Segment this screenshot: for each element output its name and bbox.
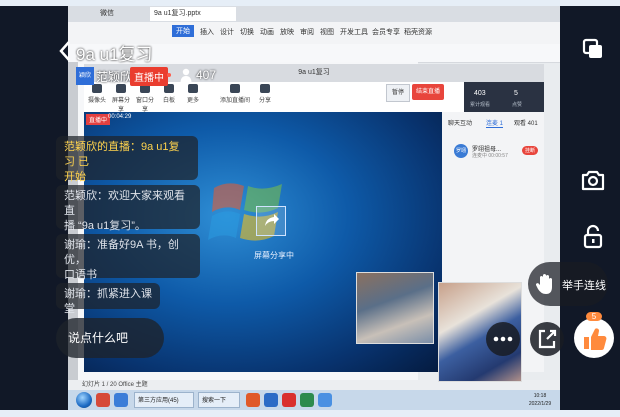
file-tab[interactable]: 9a u1复习.pptx <box>150 7 236 21</box>
ribbon-tab[interactable]: 会员专享 <box>372 27 400 37</box>
co-host-video[interactable] <box>356 272 434 344</box>
add-icon <box>230 84 240 93</box>
more-icon <box>493 336 513 342</box>
share-tool[interactable]: 分享 <box>254 84 276 104</box>
stat-total-views: 403 <box>474 90 486 97</box>
taskbar-app-icon[interactable] <box>300 393 314 407</box>
preview-timer: 00:04:29 <box>108 114 132 120</box>
screen-share-icon <box>256 206 286 236</box>
comment-input[interactable]: 说点什么吧 <box>56 318 164 358</box>
taskbar-app-icon[interactable] <box>318 393 332 407</box>
frame-bottom <box>0 410 620 417</box>
share-icon <box>260 84 270 93</box>
taskbar-task[interactable]: 搜索一下 <box>198 392 240 408</box>
like-count: 5 <box>586 312 602 321</box>
share-icon <box>538 329 557 349</box>
window-share-tool[interactable]: 窗口分享 <box>134 84 156 113</box>
chevron-left-icon <box>59 41 70 61</box>
stat-likes: 5 <box>514 90 518 97</box>
host-avatar[interactable]: 颖欣 <box>76 67 94 85</box>
ribbon-tab[interactable]: 开发工具 <box>340 27 368 37</box>
viewer-count: 407 <box>196 68 217 82</box>
chat-message: 谢瑜：准备好9A 书，创优， 口语书 <box>56 234 200 281</box>
screen-switch-icon[interactable] <box>578 34 608 64</box>
like-button[interactable] <box>574 318 614 358</box>
pause-button[interactable]: 暂停 <box>386 84 410 102</box>
ribbon-tab[interactable]: 审阅 <box>300 27 314 37</box>
viewer-time: 连麦中 00:00:57 <box>472 153 508 159</box>
ribbon-start-tab[interactable]: 开始 <box>172 25 194 37</box>
taskbar-app-icon[interactable] <box>114 393 128 407</box>
taskbar-task[interactable]: 第三方应用(45) <box>134 392 194 408</box>
person-icon <box>180 68 192 82</box>
ribbon-tab[interactable]: 稻壳资源 <box>404 27 432 37</box>
browser-tab[interactable]: 微信 <box>100 8 142 20</box>
more-tool[interactable]: 更多 <box>182 84 204 104</box>
tab-co-host[interactable]: 连麦 1 <box>486 118 504 128</box>
room-title: 9a u1复习 <box>76 45 153 64</box>
ribbon-tab[interactable]: 视图 <box>320 27 334 37</box>
like-icon <box>584 328 607 350</box>
tab-chat[interactable]: 聊天互动 <box>448 118 472 127</box>
add-room-tool[interactable]: 添加直播间 <box>218 84 252 104</box>
camera-tool[interactable]: 摄像头 <box>86 84 108 104</box>
live-status-badge: 直播中 <box>130 67 168 86</box>
taskbar-app-icon[interactable] <box>282 393 296 407</box>
tab-viewers[interactable]: 观看 401 <box>514 118 538 127</box>
more-icon <box>188 84 198 93</box>
stat-label: 点赞 <box>512 102 523 108</box>
taskbar-app-icon[interactable] <box>246 393 260 407</box>
raise-hand-icon <box>535 273 552 294</box>
chat-message: 范颖欣的直播：9a u1复习 已开始 <box>56 136 198 183</box>
host-name: 范颖欣 <box>96 70 133 84</box>
share-button[interactable] <box>530 322 564 356</box>
screen-share-label: 屏幕分享中 <box>254 251 294 260</box>
hang-up-button[interactable]: 挂断 <box>522 146 539 155</box>
taskbar-app-icon[interactable] <box>264 393 278 407</box>
back-button[interactable] <box>58 40 74 62</box>
viewer-avatar: 罗翊 <box>454 144 468 158</box>
raise-hand-label: 举手连线 <box>562 280 606 292</box>
ribbon-tab[interactable]: 放映 <box>280 27 294 37</box>
chat-message: 范颖欣：欢迎大家来观看直播 “9a u1复习”。 <box>56 185 200 232</box>
ribbon-tab[interactable]: 切换 <box>240 27 254 37</box>
screen-share-tool[interactable]: 屏幕分享 <box>110 84 132 113</box>
end-live-button[interactable]: 结束直播 <box>412 84 444 100</box>
unlock-icon[interactable] <box>578 222 608 252</box>
stat-label: 累计观看 <box>470 102 491 108</box>
ribbon-tab[interactable]: 插入 <box>200 27 214 37</box>
chat-message: 谢瑜：抓紧进入课堂 <box>56 283 160 315</box>
live-dot <box>167 73 171 77</box>
ribbon-tab[interactable]: 设计 <box>220 27 234 37</box>
preview-live-badge: 直播中 <box>86 114 111 125</box>
camera-icon <box>92 84 102 93</box>
whiteboard-tool[interactable]: 白板 <box>158 84 180 104</box>
more-button[interactable] <box>486 322 520 356</box>
taskbar-app-icon[interactable] <box>96 393 110 407</box>
taskbar-clock: 10:18 2022/1/29 <box>528 393 552 407</box>
start-button[interactable] <box>76 392 92 408</box>
ribbon-tab[interactable]: 动画 <box>260 27 274 37</box>
camera-flip-icon[interactable] <box>578 164 608 194</box>
screen-icon <box>116 84 126 93</box>
